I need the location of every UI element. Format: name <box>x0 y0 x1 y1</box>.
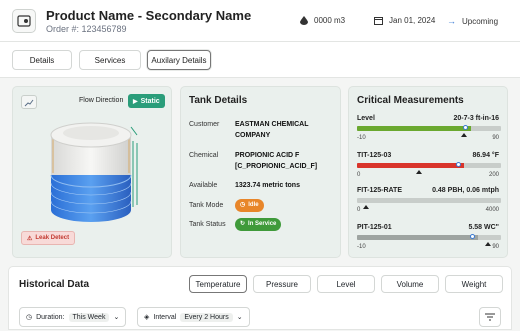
tank-details-title: Tank Details <box>189 95 248 106</box>
filter-icon[interactable] <box>479 307 501 327</box>
level-button[interactable]: Level <box>317 275 375 293</box>
range-max: 90 <box>492 244 499 250</box>
measurement-bar-fill <box>357 163 464 168</box>
available-label: Available <box>189 182 218 189</box>
range-max: 200 <box>488 172 499 178</box>
top-header: Product Name - Secondary Name Order #: 1… <box>0 0 520 42</box>
chemical-value: PROPIONIC ACID F [C_PROPIONIC_ACID_F] <box>235 152 318 170</box>
measurement-bar <box>357 126 501 131</box>
tab-details[interactable]: Details <box>12 50 72 70</box>
clock-icon: ◷ <box>240 202 246 208</box>
interval-value: Every 2 Hours <box>180 312 233 322</box>
status-value: Upcoming <box>462 16 499 26</box>
chevron-down-icon: ⌄ <box>113 314 120 321</box>
volume-value: 0000 m3 <box>314 16 346 25</box>
tank-status-label: Tank Status <box>189 221 226 228</box>
date-meta: Jan 01, 2024 <box>374 16 435 25</box>
calendar-icon <box>374 17 383 25</box>
setpoint-marker <box>415 170 422 174</box>
idle-badge: ◷ Idle <box>235 199 264 212</box>
measurement-value: 20-7-3 ft-in-16 <box>453 115 499 122</box>
leak-detect-text: Leak Detect <box>35 235 70 241</box>
level-indicator-dot <box>462 125 468 130</box>
product-icon <box>12 9 36 33</box>
interval-label: Interval <box>153 313 177 321</box>
tank-status-value: ↻ In Service <box>235 218 282 231</box>
measurement-label: FIT-125-RATE <box>357 187 402 194</box>
volume-button[interactable]: Volume <box>381 275 439 293</box>
droplet-icon <box>300 16 308 25</box>
measurement-bar <box>357 198 501 203</box>
in-service-text: In Service <box>248 221 277 227</box>
customer-label: Customer <box>189 121 220 128</box>
tank-mode-label: Tank Mode <box>189 202 224 209</box>
chemical-label: Chemical <box>189 152 219 159</box>
measurement-bar-fill <box>357 235 478 240</box>
tag-icon: ◈ <box>144 314 150 321</box>
clock-icon: ◷ <box>26 314 33 321</box>
range-max: 4000 <box>485 207 499 213</box>
measurement-bar-fill <box>357 126 471 131</box>
range-min: -10 <box>357 135 366 141</box>
range-max: 90 <box>492 135 499 141</box>
critical-title: Critical Measurements <box>357 95 464 106</box>
duration-value: This Week <box>68 312 110 322</box>
measurement-label: PIT-125-01 <box>357 224 392 231</box>
chevron-down-icon: ⌄ <box>236 314 243 321</box>
available-value: 1323.74 metric tons <box>235 182 300 189</box>
setpoint-marker <box>460 133 467 137</box>
measurement-value: 86.94 °F <box>472 152 499 159</box>
tank-visual-card: Flow Direction ▶ Static ⚠ Leak Detect <box>12 86 172 258</box>
measurement-bar <box>357 235 501 240</box>
measurement-bar <box>357 163 501 168</box>
order-number: Order #: 123456789 <box>46 24 127 34</box>
level-indicator-dot <box>469 234 475 239</box>
leak-detect-badge: ⚠ Leak Detect <box>21 231 76 245</box>
measurement-value: 5.58 WC" <box>468 224 499 231</box>
measurement-label: TIT-125-03 <box>357 152 392 159</box>
duration-label: Duration: <box>36 313 65 321</box>
idle-text: Idle <box>248 202 259 208</box>
setpoint-marker <box>362 205 369 209</box>
warning-icon: ⚠ <box>27 235 33 242</box>
level-indicator-dot <box>455 162 461 167</box>
tank-illustration <box>50 122 138 222</box>
measurement-label: Level <box>357 115 375 122</box>
flow-state-badge: ▶ Static <box>128 94 165 108</box>
date-value: Jan 01, 2024 <box>389 16 436 25</box>
volume-meta: 0000 m3 <box>300 16 345 25</box>
historical-data-panel: Historical Data Temperature Pressure Lev… <box>8 266 512 330</box>
tab-bar: Details Services Auxilary Details <box>0 42 520 78</box>
duration-select[interactable]: ◷ Duration: This Week ⌄ <box>19 307 127 327</box>
temperature-button[interactable]: Temperature <box>189 275 247 293</box>
critical-measurements-card: Critical Measurements Level 20-7-3 ft-in-… <box>348 86 508 258</box>
interval-select[interactable]: ◈ Interval Every 2 Hours ⌄ <box>137 307 250 327</box>
in-service-badge: ↻ In Service <box>235 218 282 231</box>
pressure-button[interactable]: Pressure <box>253 275 311 293</box>
product-name: Product Name - Secondary Name <box>46 8 252 23</box>
setpoint-marker <box>485 242 492 246</box>
tank-mode-value: ◷ Idle <box>235 199 264 212</box>
tab-services[interactable]: Services <box>79 50 141 70</box>
play-icon: ▶ <box>133 98 138 105</box>
flow-direction-label: Flow Direction <box>79 97 124 104</box>
measurement-value: 0.48 PBH, 0.06 mtph <box>432 187 499 194</box>
customer-value: EASTMAN CHEMICAL COMPANY <box>235 121 309 139</box>
chart-icon[interactable] <box>21 95 37 109</box>
status-meta: → Upcoming <box>447 16 498 26</box>
tab-auxilary-details[interactable]: Auxilary Details <box>147 50 211 70</box>
range-min: 0 <box>357 207 361 213</box>
flow-state-text: Static <box>140 97 160 105</box>
range-min: 0 <box>357 172 361 178</box>
refresh-icon: ↻ <box>240 221 246 227</box>
range-min: -10 <box>357 244 366 250</box>
weight-button[interactable]: Weight <box>445 275 503 293</box>
tank-details-card: Tank Details Customer EASTMAN CHEMICAL C… <box>180 86 341 258</box>
historical-title: Historical Data <box>19 279 90 290</box>
arrow-right-icon: → <box>447 16 456 26</box>
